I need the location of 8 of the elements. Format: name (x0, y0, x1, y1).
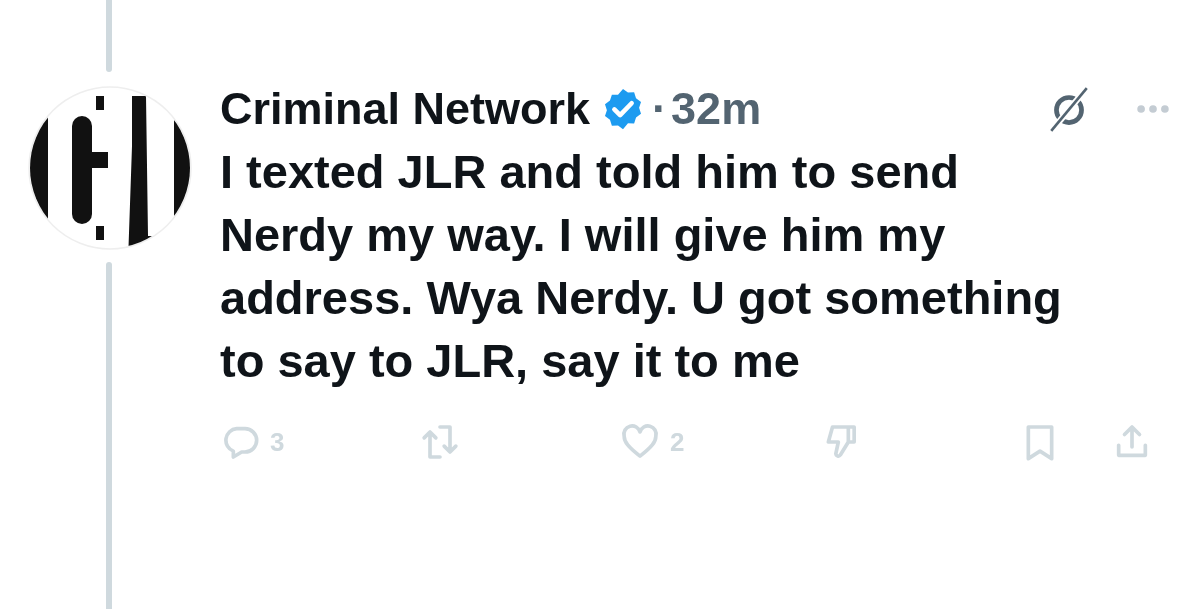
post-text: I texted JLR and told him to send Nerdy my way. I will give him my address. Wya Nerdy. U got something to say to JLR, say it to me (220, 144, 1063, 389)
author-name[interactable]: Criminal Network (220, 83, 591, 135)
avatar-logo[interactable] (28, 86, 192, 250)
separator-dot: · (652, 83, 668, 135)
post-time[interactable]: 32m (671, 83, 762, 135)
repost-icon[interactable] (420, 422, 460, 462)
more-icon[interactable] (1136, 103, 1170, 115)
slashed-circle-icon[interactable] (1048, 86, 1090, 132)
